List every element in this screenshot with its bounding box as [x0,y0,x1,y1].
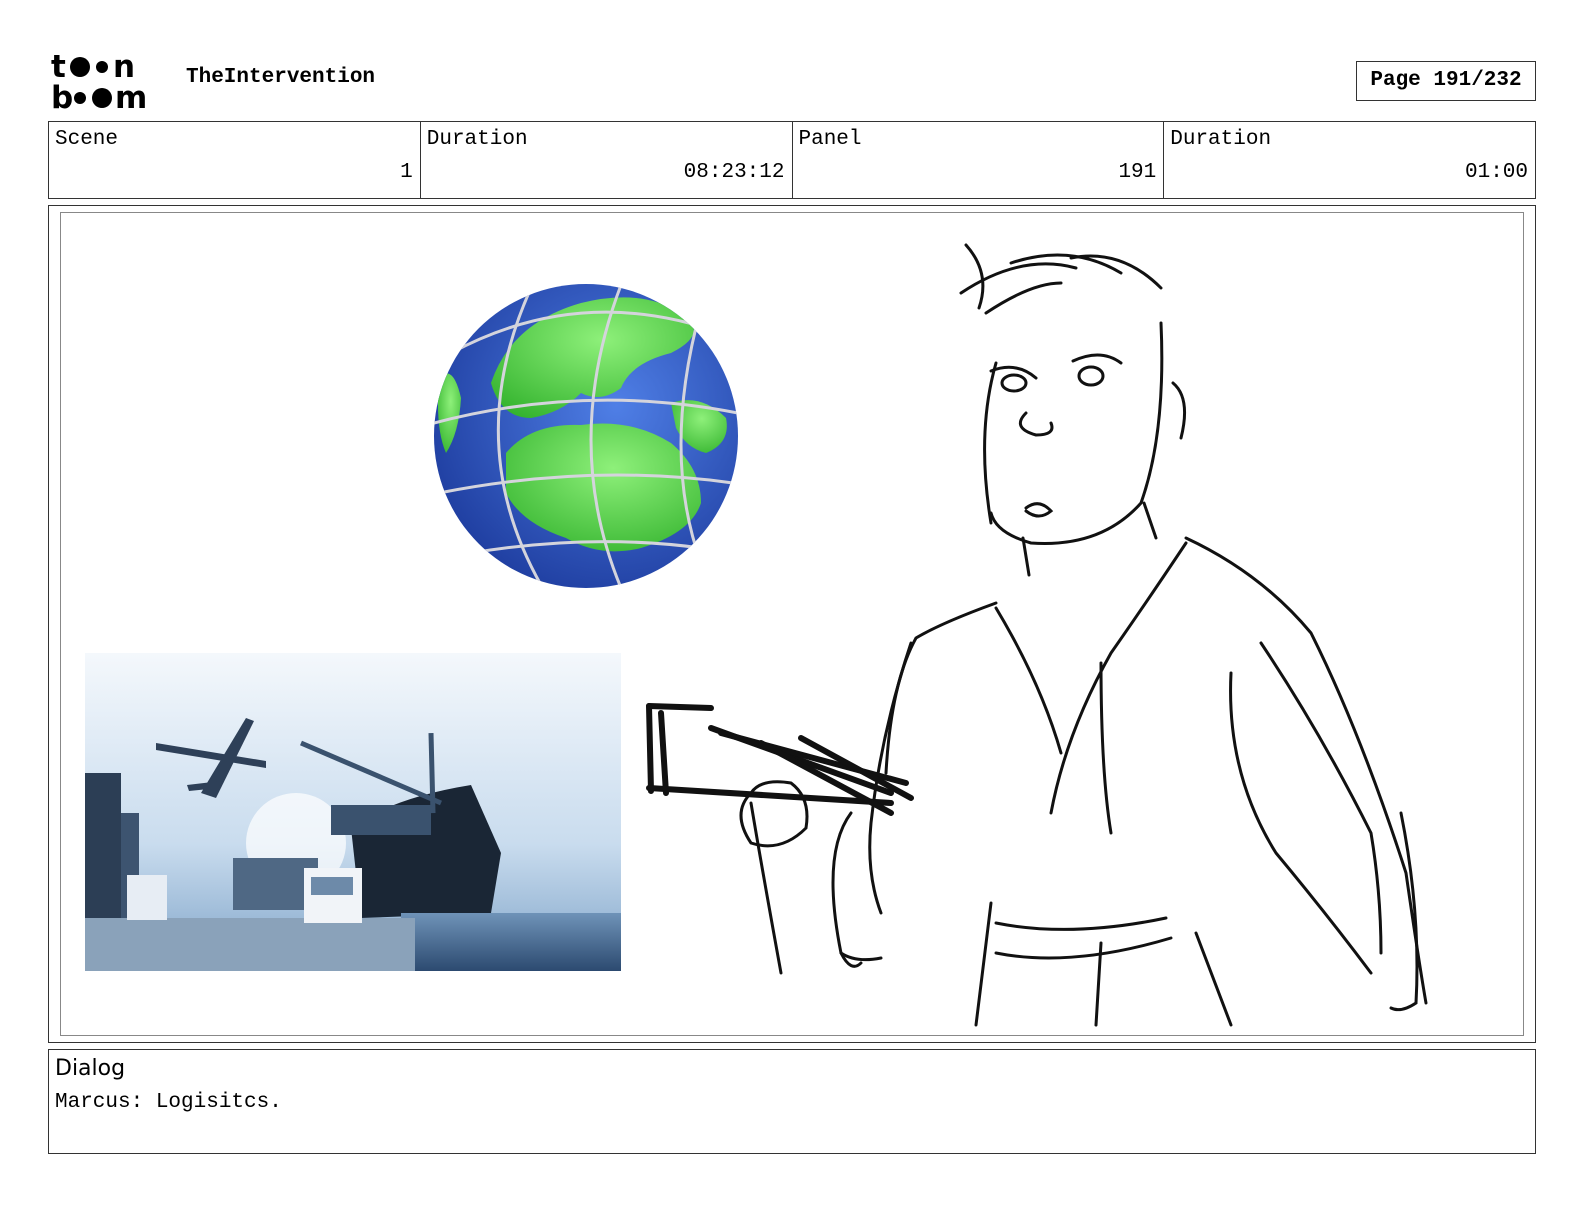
panel-label: Panel [798,128,862,151]
toon-boom-logo: t n b m [51,50,147,112]
globe-image [434,284,738,588]
scene-label: Scene [55,128,119,151]
info-row: Scene 1 Duration 08:23:12 Panel 191 Dura… [48,121,1536,199]
panel-duration-cell: Duration 01:00 [1164,122,1535,198]
svg-text:b: b [51,80,73,112]
svg-text:m: m [115,80,147,112]
dialog-label: Dialog [55,1056,126,1081]
scene-duration-label: Duration [426,128,528,151]
panel-duration-label: Duration [1170,128,1272,151]
panel-artwork [85,243,1428,1027]
scene-duration-cell: Duration 08:23:12 [421,122,793,198]
dialog-text: Marcus: Logisitcs. [55,1091,282,1114]
panel-value: 191 [1118,161,1157,184]
scene-duration-value: 08:23:12 [683,161,785,184]
page-number: Page 191/232 [1356,61,1536,101]
panel-duration-value: 01:00 [1464,161,1528,184]
logistics-photo [85,653,621,971]
scene-value: 1 [400,161,413,184]
scene-cell: Scene 1 [49,122,421,198]
panel-cell: Panel 191 [793,122,1165,198]
project-title: TheIntervention [186,66,376,89]
dialog-section: Dialog Marcus: Logisitcs. [48,1049,1536,1154]
character-sketch [646,243,1428,1027]
panel-canvas [60,212,1524,1036]
